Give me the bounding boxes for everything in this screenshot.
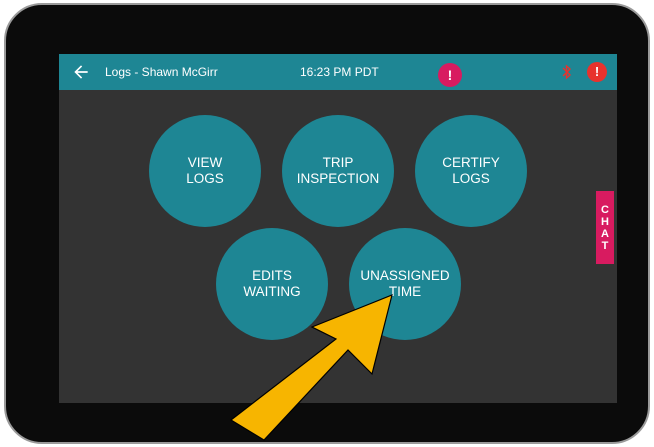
trip-inspection-button[interactable]: TRIP INSPECTION (282, 115, 394, 227)
app-screen: Logs - Shawn McGirr 16:23 PM PDT ! (59, 54, 617, 403)
view-logs-button[interactable]: VIEW LOGS (149, 115, 261, 227)
certify-logs-label: CERTIFY LOGS (442, 155, 500, 186)
trip-inspection-label: TRIP INSPECTION (296, 155, 380, 186)
page-title: Logs - Shawn McGirr (105, 65, 218, 79)
edits-waiting-label: EDITS WAITING (243, 268, 301, 299)
certify-logs-button[interactable]: CERTIFY LOGS (415, 115, 527, 227)
view-logs-label: VIEW LOGS (186, 155, 224, 186)
chat-letter-t: T (601, 239, 609, 252)
back-arrow-icon[interactable] (71, 62, 91, 82)
chat-tab[interactable]: C H A T (596, 191, 614, 264)
unassigned-time-label: UNASSIGNED TIME (360, 268, 450, 299)
chat-letter-c: C (601, 203, 609, 216)
chat-letter-a: A (601, 227, 609, 240)
clock-time: 16:23 PM PDT (300, 65, 379, 79)
bluetooth-icon (562, 64, 572, 80)
certify-alert-badge: ! (438, 63, 462, 87)
chat-letter-h: H (601, 215, 609, 228)
unassigned-time-button[interactable]: UNASSIGNED TIME (349, 228, 461, 340)
alert-icon[interactable]: ! (587, 62, 607, 82)
edits-waiting-button[interactable]: EDITS WAITING (216, 228, 328, 340)
top-app-bar: Logs - Shawn McGirr 16:23 PM PDT ! (59, 54, 617, 90)
